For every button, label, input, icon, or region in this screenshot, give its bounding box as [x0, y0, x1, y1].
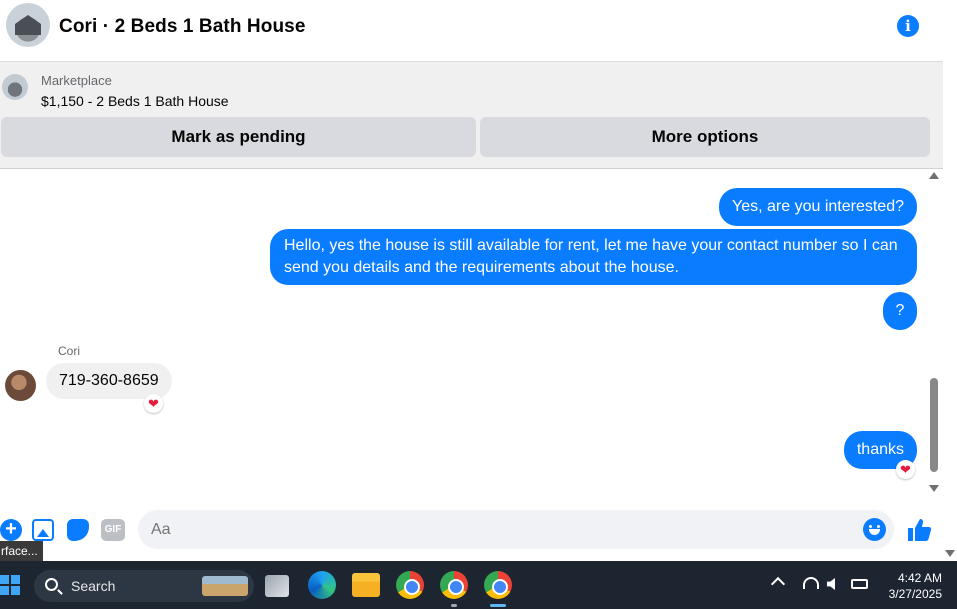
scroll-up-arrow-icon[interactable] — [929, 172, 939, 179]
search-icon — [45, 578, 58, 591]
info-icon[interactable]: i — [897, 15, 919, 37]
edge-browser-icon[interactable] — [308, 571, 336, 599]
scrollbar-thumb[interactable] — [930, 378, 938, 472]
mark-as-pending-button[interactable]: Mark as pending — [1, 117, 476, 157]
listing-avatar[interactable] — [6, 3, 50, 47]
page-scroll-down-arrow-icon[interactable] — [945, 550, 955, 557]
marketplace-label: Marketplace — [41, 73, 112, 88]
tray-chevron-up-icon[interactable] — [770, 576, 786, 592]
heart-reaction-icon[interactable]: ❤ — [896, 460, 915, 479]
outgoing-message[interactable]: ? — [883, 292, 917, 330]
running-indicator — [451, 604, 457, 607]
taskbar-search[interactable]: Search — [34, 570, 254, 602]
volume-icon[interactable] — [827, 578, 835, 590]
conversation-title[interactable]: Cori · 2 Beds 1 Bath House — [59, 16, 305, 38]
more-options-button[interactable]: More options — [480, 117, 930, 157]
outgoing-message[interactable]: Yes, are you interested? — [719, 188, 917, 226]
heart-reaction-icon[interactable]: ❤ — [144, 394, 163, 413]
chrome-icon[interactable] — [396, 571, 424, 599]
chrome-profile-icon[interactable] — [440, 571, 468, 599]
chrome-active-icon[interactable] — [484, 571, 512, 599]
conversation-header: Cori · 2 Beds 1 Bath House i — [0, 0, 943, 62]
wifi-icon[interactable] — [803, 577, 819, 589]
marketplace-banner: Marketplace $1,150 - 2 Beds 1 Bath House… — [0, 62, 943, 169]
tooltip: rface... — [0, 541, 43, 561]
message-scrollbar[interactable] — [927, 170, 941, 496]
windows-start-icon[interactable] — [0, 575, 20, 595]
taskbar-clock[interactable]: 4:42 AM 3/27/2025 — [880, 570, 942, 602]
messenger-window: Cori · 2 Beds 1 Bath House i Marketplace… — [0, 0, 957, 561]
message-input[interactable] — [138, 510, 894, 549]
message-composer: + GIF — [0, 505, 957, 557]
listing-thumbnail[interactable] — [2, 74, 28, 100]
sender-name: Cori — [58, 344, 81, 358]
outgoing-message[interactable]: Hello, yes the house is still available … — [270, 229, 917, 285]
sticker-icon[interactable] — [67, 519, 89, 541]
battery-icon[interactable] — [851, 579, 868, 589]
search-label: Search — [71, 578, 116, 594]
active-app-indicator — [490, 604, 506, 607]
search-highlight-image — [202, 576, 248, 596]
thumbs-up-icon[interactable] — [906, 517, 932, 543]
file-explorer-icon[interactable] — [352, 573, 380, 597]
emoji-icon[interactable] — [863, 518, 886, 541]
gif-icon[interactable]: GIF — [101, 519, 125, 541]
plus-icon[interactable]: + — [0, 519, 22, 541]
listing-title[interactable]: $1,150 - 2 Beds 1 Bath House — [41, 93, 229, 109]
windows-taskbar: Search 4:42 AM 3/27/2025 — [0, 561, 957, 609]
clock-time: 4:42 AM — [897, 571, 942, 585]
task-view-icon[interactable] — [265, 575, 289, 597]
clock-date: 3/27/2025 — [888, 587, 942, 601]
house-icon — [15, 15, 41, 35]
sender-avatar[interactable] — [5, 370, 36, 401]
image-icon[interactable] — [32, 519, 54, 541]
scroll-down-arrow-icon[interactable] — [929, 485, 939, 492]
message-list: Yes, are you interested? Hello, yes the … — [0, 170, 927, 496]
